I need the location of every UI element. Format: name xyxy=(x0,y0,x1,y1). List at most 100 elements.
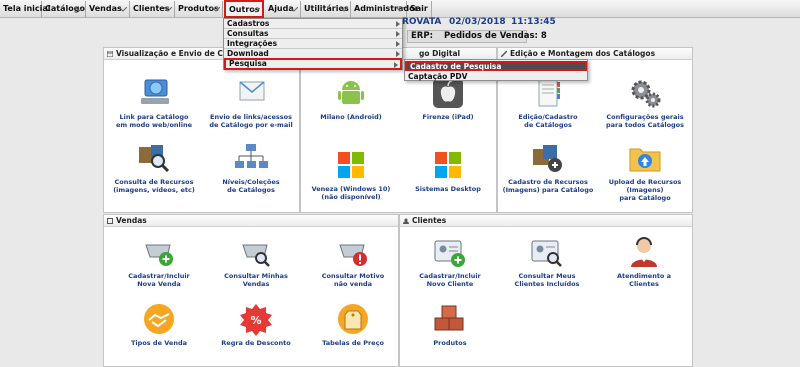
menu-outros[interactable]: Outros xyxy=(224,0,264,18)
pedidos-count: Pedidos de Vendas: 8 xyxy=(443,31,547,41)
panel-title: Vendas xyxy=(116,216,147,225)
tile-label: de Catálogos xyxy=(524,121,572,129)
chevron-right-icon xyxy=(394,62,398,68)
tile-label: de Catálogo por e-mail xyxy=(209,121,293,129)
panel-title: go Digital xyxy=(419,49,461,58)
submenu-item-captacao-pdv[interactable]: Captação PDV xyxy=(405,72,587,82)
chevron-down-icon xyxy=(212,7,220,12)
windows-icon xyxy=(435,152,461,178)
tile-label: Configurações gerais xyxy=(606,113,684,121)
tile-motivo-nao-venda[interactable]: Consultar Motivo não venda xyxy=(303,235,403,288)
tile-label: Clientes Incluídos xyxy=(514,280,580,288)
dropdown-item-consultas[interactable]: Consultas xyxy=(224,29,402,39)
tile-configuracoes-gerais[interactable]: Configurações gerais para todos Catálogo… xyxy=(595,76,695,129)
tile-label: em modo web/online xyxy=(115,121,193,129)
panel-header: Clientes xyxy=(400,215,692,227)
chevron-right-icon xyxy=(396,51,400,57)
tile-label: Consultar Motivo xyxy=(321,272,385,280)
chevron-right-icon xyxy=(396,41,400,47)
dropdown-item-label: Download xyxy=(227,49,269,58)
tile-milano-android[interactable]: Milano (Android) xyxy=(301,76,401,121)
menu-tela-inicial[interactable]: Tela inicial xyxy=(0,1,51,17)
tile-atendimento-clientes[interactable]: Atendimento a Clientes xyxy=(594,235,694,288)
panel-vendas: Vendas Cadastrar/Incluir Nova Venda Cons… xyxy=(103,214,399,367)
submenu-item-cadastro-pesquisa[interactable]: Cadastro de Pesquisa xyxy=(405,61,587,71)
media-add-icon xyxy=(533,145,562,172)
tile-label: Produtos xyxy=(433,339,467,347)
tile-niveis-colecoes[interactable]: Níveis/Coleções de Catálogos xyxy=(201,141,301,194)
menu-produtos[interactable]: Produtos xyxy=(175,1,223,17)
contact-card-search-icon xyxy=(531,240,562,267)
menu-label: Sair xyxy=(410,4,428,13)
menu-ajuda[interactable]: Ajuda xyxy=(265,1,301,17)
menu-vendas[interactable]: Vendas xyxy=(86,1,130,17)
globe-computer-icon xyxy=(141,79,169,104)
tile-consultar-vendas[interactable]: Consultar Minhas Vendas xyxy=(206,235,306,288)
tile-veneza-windows[interactable]: Veneza (Windows 10) (não disponível) xyxy=(301,148,401,201)
boxes-icon xyxy=(434,305,464,331)
menu-utilitarios[interactable]: Utilitários xyxy=(301,1,351,17)
contact-card-add-icon xyxy=(434,240,465,267)
tile-cadastrar-venda[interactable]: Cadastrar/Incluir Nova Venda xyxy=(109,235,209,288)
tile-firenze-ipad[interactable]: Firenze (iPad) xyxy=(398,76,498,121)
tile-label: Cadastro de Recursos xyxy=(508,178,588,186)
erp-label: ERP: xyxy=(411,31,433,41)
windows-icon xyxy=(338,152,364,178)
tile-edicao-cadastro[interactable]: Edição/Cadastro de Catálogos xyxy=(498,76,598,129)
tile-label: Consulta de Recursos xyxy=(114,178,194,186)
dropdown-item-integracoes[interactable]: Integrações xyxy=(224,39,402,49)
tile-cadastro-recursos[interactable]: Cadastro de Recursos (Imagens) para Catá… xyxy=(498,141,598,194)
tile-label: (Imagens) para Catálogo xyxy=(502,186,594,194)
chevron-down-icon xyxy=(340,7,348,12)
dropdown-item-label: Pesquisa xyxy=(229,59,267,68)
dropdown-item-pesquisa[interactable]: Pesquisa xyxy=(224,58,402,70)
submenu-item-label: Cadastro de Pesquisa xyxy=(410,62,502,71)
tile-label: Edição/Cadastro xyxy=(518,113,578,121)
tile-cadastrar-cliente[interactable]: Cadastrar/Incluir Novo Cliente xyxy=(400,235,500,288)
dropdown-item-label: Cadastros xyxy=(227,19,270,28)
tile-label: (imagens, vídeos, etc) xyxy=(113,186,195,194)
tile-label: Vendas xyxy=(242,280,270,288)
tile-label: Regra de Desconto xyxy=(221,339,291,347)
company-name: ROVATA xyxy=(402,17,442,27)
tile-consulta-recursos[interactable]: Consulta de Recursos (imagens, vídeos, e… xyxy=(104,141,204,194)
tile-label: Novo Cliente xyxy=(426,280,474,288)
chevron-down-icon xyxy=(290,7,298,12)
svg-text:%: % xyxy=(250,314,261,327)
tile-label: Milano (Android) xyxy=(320,113,382,121)
tile-label: para Catálogo xyxy=(619,194,671,202)
tile-link-catalogo[interactable]: Link para Catálogo em modo web/online xyxy=(104,76,204,129)
dropdown-item-label: Integrações xyxy=(227,39,278,48)
tile-envio-links[interactable]: Envio de links/acessos de Catálogo por e… xyxy=(201,76,301,129)
handshake-icon xyxy=(144,304,174,334)
dropdown-item-cadastros[interactable]: Cadastros xyxy=(224,19,402,29)
chevron-down-icon xyxy=(75,7,83,12)
tile-label: Cadastrar/Incluir xyxy=(128,272,190,280)
menu-catalogo[interactable]: Catálogo xyxy=(42,1,86,17)
tile-sistemas-desktop[interactable]: Sistemas Desktop xyxy=(398,148,498,193)
tile-label: Clientes xyxy=(629,280,659,288)
tile-label: Link para Catálogo xyxy=(119,113,189,121)
menu-clientes[interactable]: Clientes xyxy=(130,1,175,17)
android-icon xyxy=(338,81,364,104)
tile-consultar-clientes[interactable]: Consultar Meus Clientes Incluídos xyxy=(497,235,597,288)
outros-dropdown-menu: Cadastros Consultas Integrações Download… xyxy=(223,18,403,70)
submenu-item-label: Captação PDV xyxy=(408,72,468,81)
menu-label: Vendas xyxy=(89,4,122,13)
tile-produtos[interactable]: Produtos xyxy=(400,302,500,347)
panel-clientes: Clientes Cadastrar/Incluir Novo Cliente … xyxy=(399,214,693,367)
pesquisa-submenu: Cadastro de Pesquisa Captação PDV xyxy=(404,59,588,81)
menu-sair[interactable]: Sair xyxy=(407,1,432,17)
tile-label: Níveis/Coleções xyxy=(222,178,280,186)
chevron-down-icon xyxy=(119,7,127,12)
top-menu-bar: Tela inicial Catálogo Vendas Clientes Pr… xyxy=(0,0,800,18)
cart-add-icon xyxy=(145,244,173,266)
tile-regra-desconto[interactable]: % Regra de Desconto xyxy=(206,302,306,347)
panel-title: Edição e Montagem dos Catálogos xyxy=(510,49,656,58)
tile-upload-recursos[interactable]: Upload de Recursos (Imagens) para Catálo… xyxy=(595,141,695,202)
tile-tipos-venda[interactable]: Tipos de Venda xyxy=(109,302,209,347)
menu-administrador[interactable]: Administrador xyxy=(351,1,419,17)
tile-tabelas-preco[interactable]: Tabelas de Preço xyxy=(303,302,403,347)
chevron-down-icon xyxy=(396,7,404,12)
tile-label: Upload de Recursos (Imagens) xyxy=(608,178,682,194)
